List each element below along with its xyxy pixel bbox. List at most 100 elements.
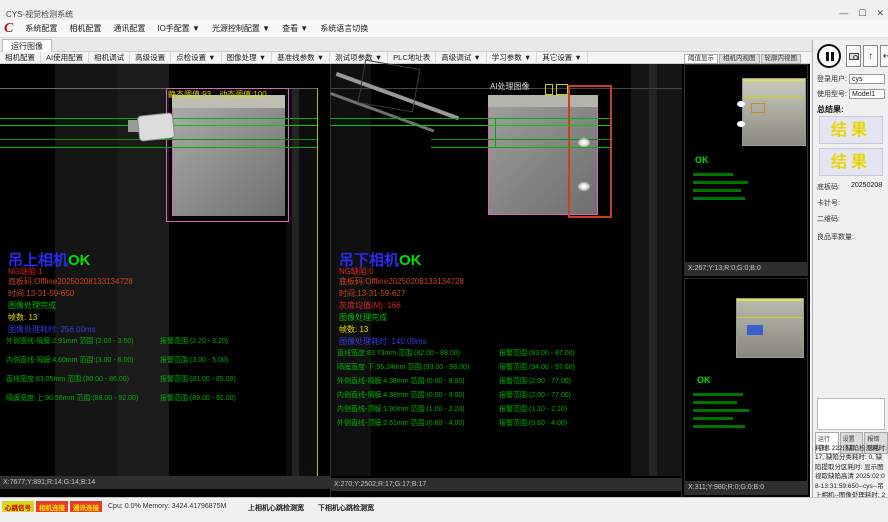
- aux-camera-view-top[interactable]: OK X:267;Y:13;R:0;G:0;B:0: [684, 64, 808, 276]
- orange-roi-box: [568, 85, 612, 218]
- alarm-range-text: 报警范围:(0.60 - 4.00): [499, 418, 567, 428]
- gray-mean-value: 灰度均值(M): 166: [339, 300, 401, 311]
- model-input[interactable]: Model1: [849, 89, 885, 99]
- reflection-spot: [578, 182, 590, 191]
- login-user-input[interactable]: cys: [849, 74, 885, 84]
- right-sidebar: ↑ ↩ 登录用户: cys 使用型号: Model1 总结果: 结果 结果 底板…: [812, 40, 888, 497]
- green-vertical-line: [495, 118, 496, 148]
- measurement-text: 内侧直线-隔膜:4.60mm 范围:(3.00 - 6.00): [6, 355, 160, 365]
- mini-text-line: [693, 189, 741, 192]
- alarm-range-text: 报警范围:(83.00 - 87.00): [499, 348, 575, 358]
- pixel-coords-readout: X:267;Y:13;R:0;G:0;B:0: [685, 262, 807, 275]
- measurement-text: 隔膜宽度-上:90.56mm 范围:(88.00 - 92.00): [6, 393, 160, 403]
- bottom-camera-heartbeat-status: 下相机心跳检测宽: [318, 503, 374, 513]
- measurement-row: 外侧直线-顶膜:2.61mm 范围:(0.60 - 4.00)报警范围:(0.6…: [337, 418, 567, 428]
- pixel-coords-readout: X:311;Y:980;R:0;G:0;B:0: [685, 481, 807, 494]
- toolbar-baseline-params[interactable]: 基准线参数 ▼: [272, 52, 330, 64]
- camera-icon: [849, 53, 859, 60]
- menu-camera-config[interactable]: 相机配置: [63, 20, 107, 38]
- reflection-spot: [737, 101, 745, 107]
- result-ok-label: OK: [68, 252, 91, 269]
- yellow-roi-box: [556, 84, 568, 95]
- login-user-label: 登录用户:: [817, 74, 849, 84]
- machine-frame: [358, 59, 421, 112]
- reflection-spot: [578, 138, 590, 147]
- alarm-range-text: 报警范围:(94.00 - 97.00): [499, 362, 575, 372]
- threshold-overlay-label: 静态阈值:93，动态阈值:100: [168, 89, 267, 100]
- toolbar-spotcheck-settings[interactable]: 点检设置 ▼: [171, 52, 222, 64]
- pixel-coords-readout: X:7677;Y:891;R:14;G:14;B:14: [0, 476, 330, 489]
- top-camera-heartbeat-status: 上相机心跳检测宽: [248, 503, 304, 513]
- aux-views-column: 阈值显示 相机内视图 轮廓内视图 OK X:267;Y:13;R:0;G:0;B…: [684, 54, 810, 497]
- main-content: 静态阈值:93，动态阈值:100 吊上相机OK NG缺陷:1 底板码:Offli…: [0, 64, 810, 497]
- maximize-icon[interactable]: ☐: [858, 8, 866, 18]
- toolbar-advanced-debug[interactable]: 高级调试 ▼: [436, 52, 487, 64]
- menu-language-switch[interactable]: 系统语言切换: [314, 20, 374, 38]
- frame-count: 帧数: 13: [339, 324, 368, 335]
- process-elapsed: 图像处理耗时: 140.00ms: [339, 336, 427, 347]
- measurement-text: 隔膜宽度-下:95.24mm 范围:(93.00 - 98.00): [337, 362, 499, 372]
- toolbar-plc-address-table[interactable]: PLC地址表: [388, 52, 436, 64]
- toolbar-other-settings[interactable]: 其它设置 ▼: [537, 52, 588, 64]
- mini-text-line: [693, 393, 743, 396]
- run-log-text: 耗时: 222, 缺陷检测耗时: 17, 缺陷分类耗时: 0, 缺陷提取分区耗时…: [815, 444, 887, 496]
- measurement-text: 外侧直线-隔膜:4.38mm 范围:(0.00 - 9.00): [337, 376, 499, 386]
- alarm-range-text: 报警范围:(1.10 - 2.10): [499, 404, 567, 414]
- measurement-text: 外侧直线-隔膜:2.91mm 范围:(2.00 - 3.50): [6, 336, 160, 346]
- machine-shadow: [649, 64, 657, 476]
- green-measure-line: [331, 118, 610, 119]
- frame-count: 帧数: 13: [8, 312, 37, 323]
- model-label: 使用型号:: [817, 89, 849, 99]
- toolbar-image-processing[interactable]: 图像处理 ▼: [222, 52, 273, 64]
- camera-view-bottom[interactable]: AI处理图像 吊下相机OK NG缺陷:0 底板码:Offline20250208…: [331, 64, 682, 497]
- process-elapsed: 图像处理耗时: 256.00ms: [8, 324, 96, 335]
- close-icon[interactable]: ✕: [876, 8, 884, 18]
- menu-view[interactable]: 查看 ▼: [276, 20, 314, 38]
- process-done-label: 图像处理完成: [8, 300, 56, 311]
- measurement-row: 内侧直线-隔膜:4.60mm 范围:(3.00 - 6.00)报警范围:(3.0…: [6, 355, 228, 365]
- menu-system-config[interactable]: 系统配置: [19, 20, 63, 38]
- mini-text-line: [693, 181, 748, 184]
- notes-box[interactable]: [817, 398, 885, 430]
- measurement-row: 直线宽度:83.73mm 范围:(82.00 - 88.00)报警范围:(83.…: [337, 348, 575, 358]
- tab-contour-inner-view[interactable]: 轮廓内视图: [761, 54, 802, 64]
- camera-capture-button[interactable]: [846, 45, 861, 67]
- window-title: CYS-视觉检测系统: [6, 9, 73, 20]
- return-arrow-icon: ↩: [883, 51, 888, 62]
- capture-time: 时间:13-31-59-627: [339, 288, 405, 299]
- toolbar-ai-config[interactable]: AI使用配置: [41, 52, 89, 64]
- menu-comm-config[interactable]: 通讯配置: [107, 20, 151, 38]
- title-bar: CYS-视觉检测系统 — ☐ ✕: [0, 0, 888, 20]
- capture-time: 时间:13-31-59-650: [8, 288, 74, 299]
- aux-camera-view-bottom[interactable]: OK X:311;Y:980;R:0;G:0;B:0: [684, 278, 808, 495]
- camera-view-top[interactable]: 静态阈值:93，动态阈值:100 吊上相机OK NG缺陷:1 底板码:Offli…: [0, 64, 331, 497]
- return-button[interactable]: ↩: [880, 45, 888, 67]
- yellow-roi-box: [545, 84, 553, 95]
- pause-button[interactable]: [817, 44, 841, 68]
- minimize-icon[interactable]: —: [839, 8, 848, 18]
- tab-run-image[interactable]: 运行图像: [2, 39, 52, 52]
- mini-text-line: [693, 401, 737, 404]
- mini-text-line: [693, 173, 733, 176]
- menu-light-config[interactable]: 光源控制配置 ▼: [206, 20, 276, 38]
- alarm-range-text: 报警范围:(81.00 - 85.00): [160, 374, 236, 384]
- mini-text-line: [693, 417, 733, 420]
- tab-threshold-view[interactable]: 阈值显示: [684, 54, 718, 64]
- measurement-text: 内侧直线-顶膜:1.90mm 范围:(1.00 - 2.20): [337, 404, 499, 414]
- menu-io-config[interactable]: IO手配置 ▼: [151, 20, 206, 38]
- toolbar-learning-params[interactable]: 学习参数 ▼: [487, 52, 538, 64]
- toolbar-advanced-settings[interactable]: 高级设置: [130, 52, 171, 64]
- heartbeat-status-badge: 心跳信号: [2, 501, 34, 512]
- cpu-memory-readout: Cpu: 0.0% Memory: 3424.41796875M: [108, 503, 226, 510]
- tab-camera-inner-view[interactable]: 相机内视图: [719, 54, 760, 64]
- green-measure-line: [0, 147, 317, 148]
- measurement-row: 隔膜宽度-下:95.24mm 范围:(93.00 - 98.00)报警范围:(9…: [337, 362, 575, 372]
- measurement-text: 外侧直线-顶膜:2.61mm 范围:(0.60 - 4.00): [337, 418, 499, 428]
- move-up-button[interactable]: ↑: [863, 45, 878, 67]
- camera-connect-badge: 相机连接: [36, 501, 68, 512]
- result-ok-label: OK: [399, 252, 422, 269]
- yellow-mark-line: [737, 317, 803, 318]
- toolbar-camera-config[interactable]: 相机配置: [0, 52, 41, 64]
- alarm-range-text: 报警范围:(2.20 - 3.20): [160, 336, 228, 346]
- toolbar-camera-debug[interactable]: 相机调试: [89, 52, 130, 64]
